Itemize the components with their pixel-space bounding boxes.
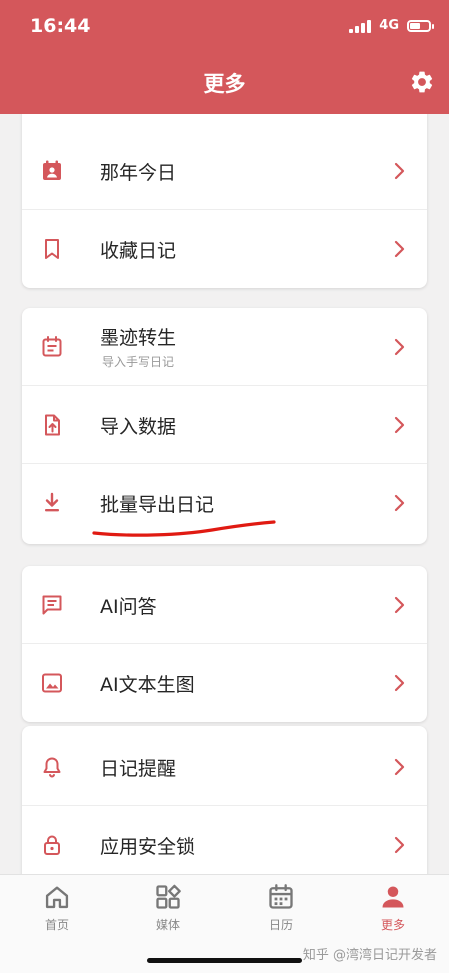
signal-icon [349, 19, 372, 33]
grid-shapes-icon [156, 884, 181, 909]
list-item-app-lock[interactable]: 应用安全锁 [22, 806, 427, 874]
tab-label: 媒体 [155, 918, 180, 932]
chevron-right-icon [394, 758, 405, 776]
chevron-right-icon [394, 240, 405, 258]
tab-label: 更多 [380, 918, 405, 932]
chat-icon [42, 595, 62, 615]
chevron-right-icon [394, 416, 405, 434]
item-label: AI问答 [100, 596, 157, 618]
group-card-memories: 那年今日 收藏日记 [22, 114, 427, 288]
list-item-import-data[interactable]: 导入数据 [22, 386, 427, 464]
list-item-that-day[interactable]: 那年今日 [22, 132, 427, 210]
file-upload-icon [45, 414, 60, 436]
bell-icon [43, 757, 61, 778]
tab-label: 首页 [44, 918, 69, 932]
tab-home[interactable]: 首页 [17, 883, 97, 933]
list-item-ai-qa[interactable]: AI问答 [22, 566, 427, 644]
list-item-reminder[interactable]: 日记提醒 [22, 728, 427, 806]
network-type: 4G [379, 18, 399, 33]
gear-icon[interactable] [409, 69, 435, 95]
chevron-right-icon [394, 674, 405, 692]
item-label: AI文本生图 [100, 674, 195, 696]
image-icon [42, 673, 62, 693]
chevron-right-icon [394, 494, 405, 512]
page-title: 更多 [203, 72, 246, 96]
status-indicators: 4G [349, 18, 434, 33]
battery-icon [407, 19, 434, 32]
home-indicator [147, 958, 302, 963]
lock-icon [44, 835, 60, 855]
item-subtitle: 导入手写日记 [102, 355, 175, 369]
app-header: 16:44 4G 更多 [0, 0, 449, 114]
list-item-ai-image[interactable]: AI文本生图 [22, 644, 427, 722]
list-item-ink-reborn[interactable]: 墨迹转生 导入手写日记 [22, 308, 427, 386]
item-label: 那年今日 [100, 162, 177, 184]
group-card-security: 日记提醒 应用安全锁 [22, 726, 427, 874]
person-icon [382, 886, 404, 908]
battery-level [410, 22, 420, 29]
bookmark-icon [45, 239, 59, 259]
item-label: 导入数据 [100, 416, 177, 438]
underline-annotation [92, 520, 276, 537]
tab-media[interactable]: 媒体 [128, 883, 208, 933]
download-icon [45, 492, 59, 512]
item-label: 收藏日记 [100, 240, 177, 262]
watermark: 知乎 @湾湾日记开发者 [302, 948, 437, 963]
tab-calendar[interactable]: 日历 [241, 883, 321, 933]
status-time: 16:44 [30, 15, 91, 37]
list-item-favorites[interactable]: 收藏日记 [22, 210, 427, 288]
item-label: 日记提醒 [100, 758, 177, 780]
chevron-right-icon [394, 338, 405, 356]
calendar-notes-icon [42, 336, 62, 357]
tab-more[interactable]: 更多 [353, 883, 433, 933]
calendar-icon [269, 884, 293, 909]
group-card-ai: AI问答 AI文本生图 [22, 566, 427, 722]
group-card-data: 墨迹转生 导入手写日记 导入数据 批量导出日记 [22, 308, 427, 544]
chevron-right-icon [394, 836, 405, 854]
home-icon [45, 886, 69, 909]
item-label: 应用安全锁 [100, 836, 196, 858]
item-label: 墨迹转生 [100, 327, 177, 349]
calendar-person-icon [43, 160, 61, 180]
settings-list[interactable]: 那年今日 收藏日记 墨迹转生 导入手写日记 导入数据 批量导出日记 AI问答 A… [0, 114, 449, 874]
tab-label: 日历 [268, 918, 293, 932]
chevron-right-icon [394, 162, 405, 180]
chevron-right-icon [394, 596, 405, 614]
item-label: 批量导出日记 [100, 494, 215, 516]
